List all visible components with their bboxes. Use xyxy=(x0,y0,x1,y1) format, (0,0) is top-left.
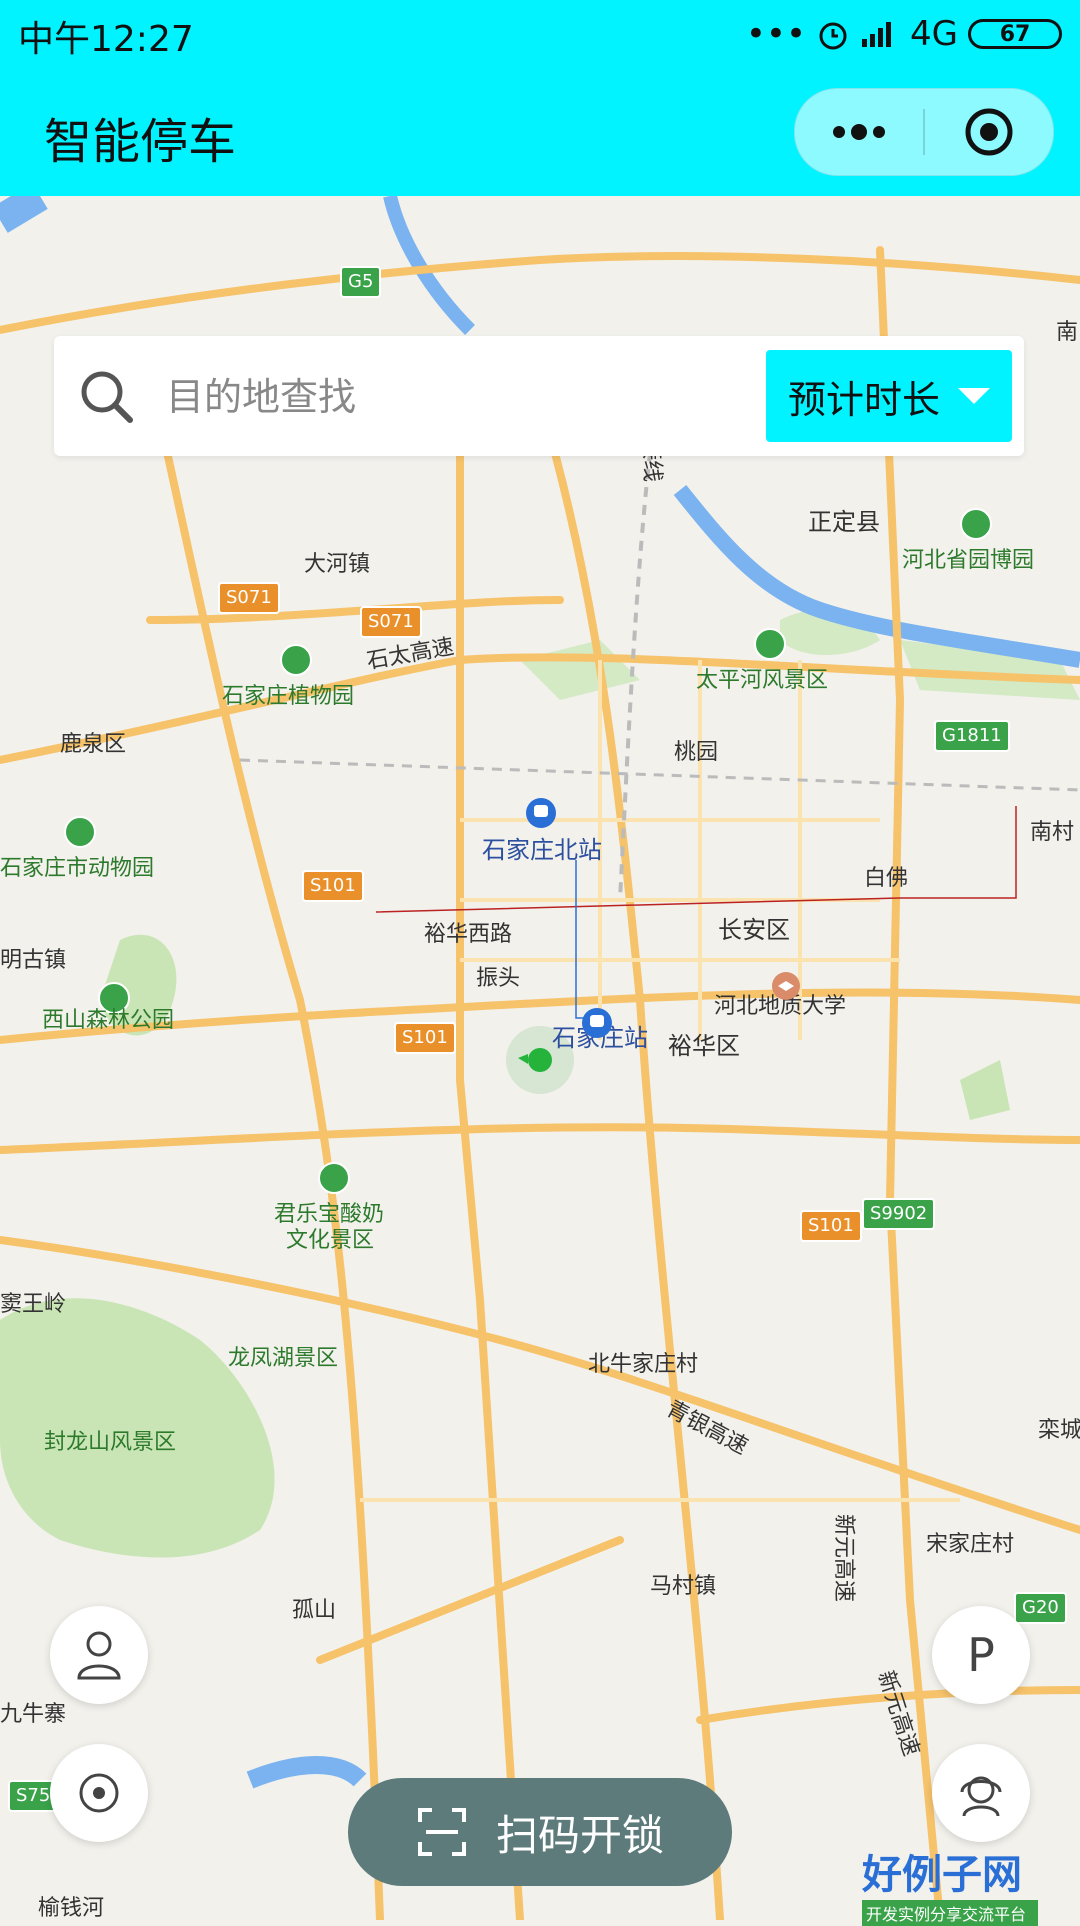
map-label-yuqian: 榆钱河 xyxy=(38,1896,105,1920)
status-icons: ••• 4G 67 xyxy=(746,10,1062,58)
map-label-plant: 石家庄植物园 xyxy=(222,684,355,709)
page-title: 智能停车 xyxy=(44,114,237,170)
watermark-title: 好例子网 xyxy=(862,1851,1022,1898)
scenic-poi-icon xyxy=(754,628,786,660)
customer-service-button[interactable] xyxy=(932,1744,1030,1842)
more-menu-button[interactable] xyxy=(795,89,923,175)
duration-label: 预计时长 xyxy=(787,377,940,422)
scenic-poi-icon xyxy=(318,1162,350,1194)
scenic-poi-icon xyxy=(280,644,312,676)
map-label-changan: 长安区 xyxy=(718,916,790,944)
alarm-icon xyxy=(819,22,847,50)
scan-unlock-label: 扫码开锁 xyxy=(495,1810,664,1860)
zoo-poi-icon xyxy=(64,816,96,848)
road-sign-g5: G5 xyxy=(340,266,382,298)
road-sign-g1811: G1811 xyxy=(934,720,1010,752)
map-label-xinyuan-1: 新元高速 xyxy=(831,1514,856,1603)
map-label-longfeng: 龙凤湖景区 xyxy=(228,1346,339,1371)
duration-dropdown-button[interactable]: 预计时长 xyxy=(766,350,1012,442)
map-label-yuhua: 裕华区 xyxy=(668,1032,740,1060)
map-label-songjia: 宋家庄村 xyxy=(926,1532,1015,1557)
map-label-taoyuan: 桃园 xyxy=(674,740,719,765)
map-label-zoo: 石家庄市动物园 xyxy=(0,856,155,881)
road-sign-s071: S071 xyxy=(218,582,280,614)
search-icon xyxy=(81,371,133,423)
watermark-subtitle: 开发实例分享交流平台 xyxy=(862,1900,1038,1926)
road-sign-s071: S071 xyxy=(360,606,422,638)
road-sign-s9902: S9902 xyxy=(862,1198,936,1230)
locate-icon xyxy=(79,1773,119,1813)
road-sign-s101: S101 xyxy=(394,1022,456,1054)
map-label-jiuniu: 九牛寨 xyxy=(0,1702,67,1727)
more-dots-icon xyxy=(833,124,885,140)
university-icon xyxy=(772,972,800,1000)
train-station-icon xyxy=(582,1008,612,1038)
map-label-north-station: 石家庄北站 xyxy=(482,836,602,864)
scan-icon xyxy=(417,1808,466,1856)
map-label-nan: 南 xyxy=(1056,320,1079,345)
user-profile-button[interactable] xyxy=(50,1606,148,1704)
mini-program-capsule xyxy=(794,88,1054,176)
signal-icon xyxy=(862,22,892,47)
road-sign-g20: G20 xyxy=(1014,1592,1067,1624)
chevron-down-icon xyxy=(958,388,990,404)
scan-unlock-button[interactable]: 扫码开锁 xyxy=(348,1778,732,1886)
map-label-beiniu: 北牛家庄村 xyxy=(588,1352,699,1377)
map-label-yaowangling: 窦王岭 xyxy=(0,1292,67,1317)
more-dots-icon: ••• xyxy=(745,14,807,54)
user-icon xyxy=(77,1631,121,1680)
map-label-zhentou: 振头 xyxy=(476,966,521,991)
map-label-fenglong: 封龙山风景区 xyxy=(44,1430,177,1455)
map-label-museum: 河北省园博园 xyxy=(902,548,1035,573)
status-bar: 中午12:27 ••• 4G 67 xyxy=(0,0,1080,66)
map-label-macun: 马村镇 xyxy=(650,1574,717,1599)
road-sign-s101: S101 xyxy=(302,870,364,902)
map-label-luquan: 鹿泉区 xyxy=(60,732,127,757)
watermark-logo: 好例子网 开发实例分享交流平台 xyxy=(862,1842,1038,1926)
map-label-nancun: 南村 xyxy=(1030,820,1075,845)
status-time: 中午12:27 xyxy=(18,19,194,60)
network-type: 4G xyxy=(910,14,958,54)
battery-level: 67 xyxy=(999,21,1031,47)
close-mini-program-button[interactable] xyxy=(925,89,1053,175)
destination-search-input[interactable] xyxy=(164,366,768,428)
map-label-gushan: 孤山 xyxy=(292,1598,337,1623)
target-icon xyxy=(965,108,1013,156)
map-label-xishan: 西山森林公园 xyxy=(42,1008,175,1033)
headset-icon xyxy=(960,1776,1002,1817)
map-label-baifo: 白佛 xyxy=(864,866,909,891)
map-label-dahe: 大河镇 xyxy=(304,552,371,577)
map-label-taipinghe: 太平河风景区 xyxy=(696,668,829,693)
map-label-minggu: 明古镇 xyxy=(0,948,67,973)
road-sign-s101: S101 xyxy=(800,1210,862,1242)
map-label-luancheng: 栾城 xyxy=(1038,1418,1080,1443)
map-label-junlebao-2: 文化景区 xyxy=(286,1228,375,1253)
scenic-poi-icon xyxy=(960,508,992,540)
battery-icon: 67 xyxy=(968,19,1062,49)
search-card: 预计时长 xyxy=(54,336,1024,456)
nav-bar: 智能停车 xyxy=(0,66,1080,196)
parking-label: P xyxy=(967,1628,995,1682)
parking-button[interactable]: P xyxy=(932,1606,1030,1704)
locate-button[interactable] xyxy=(50,1744,148,1842)
map-label-zhengding: 正定县 xyxy=(808,508,880,536)
train-station-icon xyxy=(526,798,556,828)
map-label-yuhua-west: 裕华西路 xyxy=(424,922,513,947)
